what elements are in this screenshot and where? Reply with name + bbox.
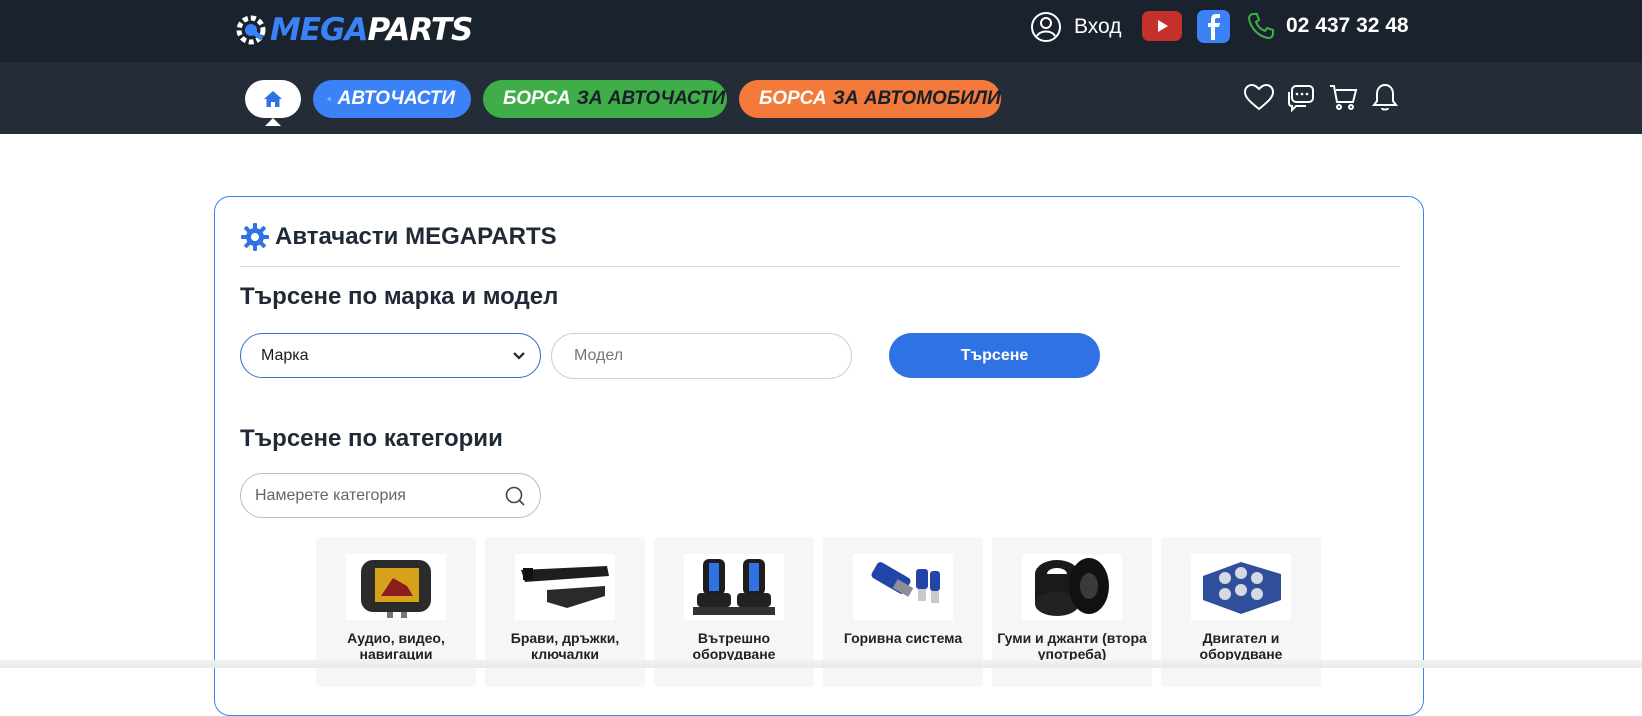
logo-text-parts: PARTS <box>367 12 473 48</box>
main-nav: АВТОЧАСТИ БОРСА ЗА АВТОЧАСТИ БОРСА ЗА АВ… <box>0 62 1642 134</box>
messages-button[interactable] <box>1284 79 1318 115</box>
search-icon[interactable] <box>504 485 526 507</box>
page-bottom-edge <box>0 660 1642 668</box>
favorites-button[interactable] <box>1242 79 1276 115</box>
login-link[interactable]: Вход <box>1030 10 1122 44</box>
home-icon <box>264 91 282 107</box>
category-label: Двигател и оборудване <box>1199 630 1283 662</box>
youtube-link[interactable] <box>1142 11 1182 41</box>
nav-parts-exchange-b: ЗА АВТОЧАСТИ <box>576 88 726 109</box>
logo-text-mega: MEGA <box>270 12 368 48</box>
car-seat-image <box>684 554 784 620</box>
divider <box>240 266 1400 267</box>
facebook-link[interactable] <box>1197 10 1230 43</box>
autoparts-search-card: Автачасти MEGAPARTS Търсене по марка и м… <box>214 196 1424 716</box>
chevron-down-icon <box>513 351 525 360</box>
nav-parts-exchange[interactable]: БОРСА ЗА АВТОЧАСТИ <box>483 80 727 118</box>
category-label: Брави, дръжки, ключалки <box>510 630 620 662</box>
card-title: Автачасти MEGAPARTS <box>240 222 557 252</box>
category-search <box>240 473 541 518</box>
cart-icon <box>1330 85 1358 110</box>
engine-block-image <box>1191 554 1291 620</box>
headrest-monitor-image <box>346 554 446 620</box>
brand-select-value: Марка <box>261 346 309 364</box>
nav-parts-exchange-a: БОРСА <box>503 88 571 109</box>
gear-icon <box>327 97 332 101</box>
category-label: Вътрешно оборудване <box>692 630 776 662</box>
model-input[interactable] <box>551 333 852 379</box>
search-by-category-heading: Търсене по категории <box>240 425 503 452</box>
search-by-model-heading: Търсене по марка и модел <box>240 283 559 310</box>
phone-number: 02 437 32 48 <box>1286 14 1409 37</box>
logo-gear-wrench-icon <box>236 15 266 45</box>
category-search-input[interactable] <box>255 486 495 505</box>
door-handle-image <box>515 554 615 620</box>
nav-utility-icons <box>1242 79 1402 115</box>
heart-icon <box>1243 83 1275 111</box>
cart-button[interactable] <box>1326 79 1360 115</box>
category-label: Аудио, видео, навигации <box>347 630 445 662</box>
nav-cars-exchange-b: ЗА АВТОМОБИЛИ <box>832 88 1001 109</box>
search-button[interactable]: Търсене <box>889 333 1100 378</box>
nav-autoparts-label: АВТОЧАСТИ <box>337 88 455 109</box>
facebook-icon <box>1207 13 1220 40</box>
home-button[interactable] <box>245 80 301 118</box>
notifications-button[interactable] <box>1368 79 1402 115</box>
site-logo[interactable]: MEGAPARTS <box>234 8 473 52</box>
phone-icon <box>1247 13 1274 40</box>
nav-cars-exchange[interactable]: БОРСА ЗА АВТОМОБИЛИ <box>739 80 1001 118</box>
top-bar: MEGAPARTS Вход 02 437 32 48 <box>0 0 1642 62</box>
nav-autoparts[interactable]: АВТОЧАСТИ <box>313 80 471 118</box>
fuel-injector-image <box>853 554 953 620</box>
tires-image <box>1022 554 1122 620</box>
card-title-text: Автачасти MEGAPARTS <box>275 223 557 250</box>
chat-icon <box>1288 85 1314 112</box>
user-icon <box>1031 12 1061 42</box>
nav-cars-exchange-a: БОРСА <box>759 88 827 109</box>
bell-icon <box>1372 83 1398 111</box>
login-label: Вход <box>1074 15 1122 38</box>
category-label: Гуми и джанти (втора употреба) <box>997 630 1147 662</box>
gear-icon <box>241 223 269 251</box>
youtube-icon <box>1158 20 1168 32</box>
phone-link[interactable]: 02 437 32 48 <box>1246 8 1409 44</box>
brand-select[interactable]: Марка <box>240 333 541 378</box>
category-label: Горивна система <box>843 630 963 646</box>
